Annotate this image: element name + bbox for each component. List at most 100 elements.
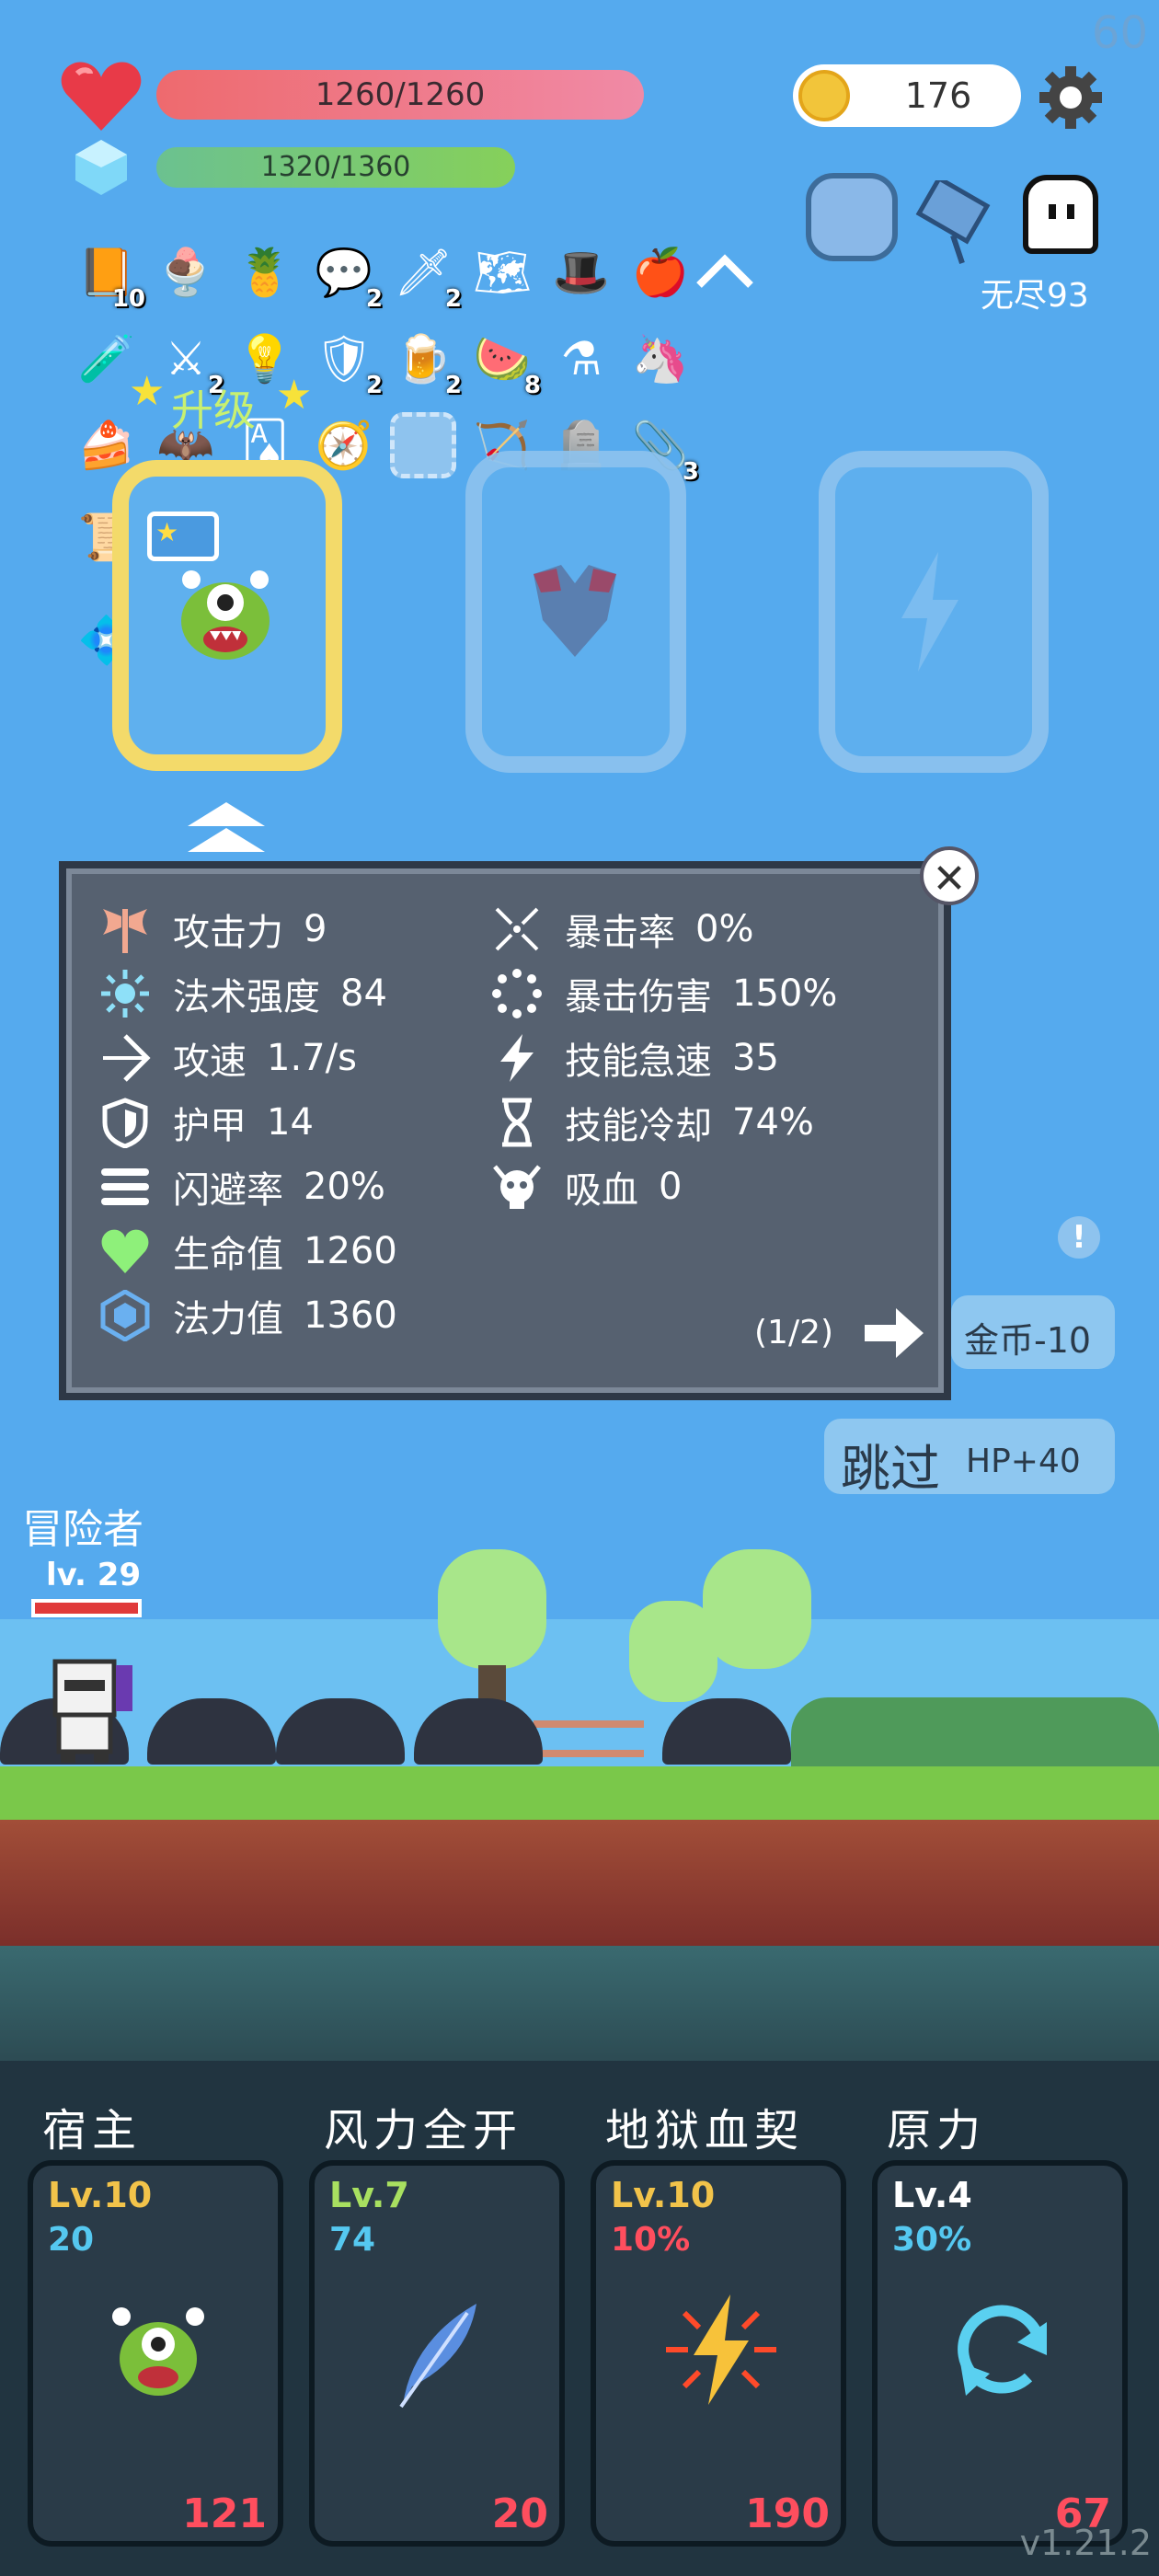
stat-value: 35 <box>732 1037 779 1079</box>
treasure-map-icon[interactable]: 🗺 <box>469 239 535 305</box>
fps-counter: 60 <box>1091 7 1148 59</box>
sun-icon <box>98 966 153 1021</box>
skill-card[interactable]: Lv.10 20 121 <box>28 2160 283 2547</box>
skill-card[interactable]: Lv.7 74 20 <box>309 2160 565 2547</box>
upgrade-star-left-icon: ★ <box>129 368 166 415</box>
dirt-layer <box>0 1820 1159 1949</box>
empty-slot-icon[interactable] <box>390 412 456 478</box>
ghost-mask-icon[interactable] <box>806 173 898 261</box>
unicorn-icon[interactable]: 🦄 <box>627 326 694 392</box>
lightning-burst-icon <box>657 2285 786 2414</box>
stat-label: 攻速 <box>173 1041 247 1083</box>
stat-label: 技能急速 <box>565 1041 712 1083</box>
skill-value: 74 <box>329 2221 376 2259</box>
gold-amount: 176 <box>904 75 972 116</box>
round-shield-icon[interactable]: 🛡 2 <box>311 326 383 400</box>
grass-ground <box>0 1766 1159 1822</box>
lightning-bolt-icon <box>892 552 966 672</box>
player-health-bar <box>31 1599 142 1617</box>
skill-card[interactable]: Lv.10 10% 190 <box>591 2160 846 2547</box>
hexagon-icon <box>98 1288 153 1343</box>
burst-icon <box>489 966 545 1021</box>
item-count: 2 <box>365 372 383 399</box>
knight-player-sprite <box>37 1656 138 1765</box>
expand-panel-chevron-icon[interactable] <box>188 802 265 861</box>
horned-skull-icon <box>489 1159 545 1214</box>
skill-value: 30% <box>892 2221 972 2259</box>
wizard-hat-icon[interactable]: 🎩 <box>548 239 614 305</box>
apple-icon[interactable]: 🍎 <box>627 239 694 305</box>
item-count: 10 <box>111 285 145 313</box>
upgrade-star-right-icon: ★ <box>276 372 313 419</box>
mp-text: 1320/1360 <box>260 151 411 183</box>
tree-middle <box>629 1601 717 1702</box>
ice-cream-icon[interactable]: 🍨 <box>153 239 219 305</box>
fence <box>534 1720 644 1757</box>
item-count: 3 <box>682 458 699 486</box>
armor-chest-icon <box>515 556 635 666</box>
watermelon-icon[interactable]: 🍉 8 <box>469 326 541 400</box>
shield-icon <box>98 1095 153 1150</box>
skill-name: 原力 <box>887 2105 987 2156</box>
skip-label: 跳过 <box>841 1440 940 1498</box>
monster-host-icon <box>166 552 285 672</box>
stat-label: 暴击率 <box>565 912 675 954</box>
stat-row: 生命值 1260 <box>98 1224 397 1279</box>
version-label: v1.21.2 <box>1019 2523 1152 2563</box>
tree-left <box>438 1549 546 1669</box>
heart-icon <box>98 1224 153 1279</box>
spell-card-icon[interactable] <box>912 175 1001 264</box>
skill-level: Lv.10 <box>611 2175 716 2215</box>
skill-level: Lv.7 <box>329 2175 409 2215</box>
endless-mode-label: 无尽93 <box>981 277 1089 315</box>
stat-value: 1360 <box>304 1294 397 1337</box>
stat-row: 护甲 14 <box>98 1095 314 1150</box>
settings-gear-icon[interactable] <box>1038 64 1104 131</box>
item-count: 2 <box>444 372 462 399</box>
hourglass-icon <box>489 1095 545 1150</box>
bow-icon <box>98 1030 153 1086</box>
stat-row: 吸血 0 <box>489 1159 682 1214</box>
stat-row: 法力值 1360 <box>98 1288 397 1343</box>
dash-lines-icon <box>98 1159 153 1214</box>
bushes <box>791 1697 1159 1771</box>
mp-bar: 1320/1360 <box>156 147 515 188</box>
skill-cost: 20 <box>491 2490 548 2537</box>
alert-icon[interactable]: ! <box>1058 1216 1100 1259</box>
close-button[interactable]: ✕ <box>920 846 979 905</box>
player-name: 冒险者 <box>22 1506 143 1553</box>
ghost-avatar-icon[interactable] <box>1023 175 1098 254</box>
beer-mug-icon[interactable]: 🍺 2 <box>390 326 462 400</box>
next-page-arrow-icon[interactable] <box>865 1305 925 1362</box>
skill-level: Lv.4 <box>892 2175 972 2215</box>
hp-bar: 1260/1260 <box>156 70 644 120</box>
stat-value: 9 <box>304 908 327 950</box>
mortar-pestle-icon[interactable]: ⚗ <box>548 326 614 392</box>
stat-label: 攻击力 <box>173 912 283 954</box>
skip-button[interactable]: 跳过 HP+40 <box>824 1419 1115 1498</box>
collapse-chevron-up-icon[interactable] <box>692 248 758 294</box>
stat-value: 74% <box>732 1101 814 1144</box>
lightning-icon <box>489 1030 545 1086</box>
gold-cost-button[interactable]: 金币-10 <box>951 1295 1115 1369</box>
item-count: 2 <box>365 285 383 313</box>
spellbook-icon[interactable]: 📙 10 <box>74 239 145 314</box>
stat-row: 技能急速 35 <box>489 1030 779 1086</box>
stat-row: 暴击率 0% <box>489 902 753 957</box>
stat-row: 技能冷却 74% <box>489 1095 814 1150</box>
stat-label: 法术强度 <box>173 976 320 1018</box>
upgrade-label: 升级 <box>171 385 256 435</box>
heart-icon <box>59 57 143 136</box>
stat-label: 吸血 <box>565 1169 638 1212</box>
stats-page-indicator: (1/2) <box>754 1314 834 1351</box>
skip-bonus-label: HP+40 <box>966 1443 1081 1480</box>
skill-card[interactable]: Lv.4 30% 67 <box>872 2160 1128 2547</box>
dagger-icon[interactable]: 🗡 2 <box>390 239 462 314</box>
skill-cost: 121 <box>182 2490 267 2537</box>
pineapple-icon[interactable]: 🍍 <box>232 239 298 305</box>
stat-value: 20% <box>304 1166 385 1208</box>
cycle-arrows-icon <box>938 2285 1067 2414</box>
stat-label: 技能冷却 <box>565 1105 712 1147</box>
speech-bubble-icon[interactable]: 💬 2 <box>311 239 383 314</box>
stat-value: 0 <box>659 1166 683 1208</box>
